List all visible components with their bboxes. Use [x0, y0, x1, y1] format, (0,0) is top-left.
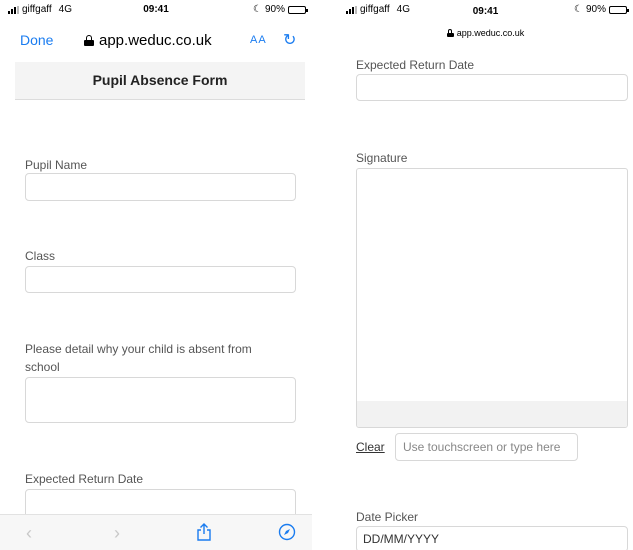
url-text: app.weduc.co.uk — [456, 28, 525, 38]
moon-icon: ☾ — [574, 4, 583, 15]
battery-info: ☾ 90% — [574, 4, 629, 15]
browser-toolbar: ‹ › — [0, 514, 312, 550]
compass-icon[interactable] — [278, 523, 296, 546]
share-icon[interactable] — [196, 523, 212, 546]
signature-pad-footer — [357, 401, 627, 427]
browser-url-bar: Done app.weduc.co.uk AA ↻ — [0, 22, 312, 60]
form-page: Expected Return Date Signature Clear Use… — [346, 48, 630, 550]
text-size-button[interactable]: AA — [250, 34, 267, 46]
moon-icon: ☾ — [253, 4, 262, 15]
reload-icon[interactable]: ↻ — [283, 30, 296, 50]
clear-signature-link[interactable]: Clear — [356, 440, 385, 454]
address-field[interactable]: app.weduc.co.uk — [338, 28, 633, 42]
battery-percent: 90% — [585, 4, 606, 15]
battery-icon — [288, 5, 308, 14]
class-label: Class — [25, 249, 56, 263]
reason-field[interactable] — [25, 377, 296, 423]
date-picker-input[interactable]: DD/MM/YYYY — [356, 526, 628, 550]
class-field[interactable] — [25, 266, 296, 293]
forward-icon[interactable]: › — [114, 523, 120, 544]
phone-screen-right: giffgaff 4G 09:41 ☾ 90% app.weduc.co.uk … — [338, 0, 633, 550]
expected-return-field[interactable] — [25, 489, 296, 514]
signature-text-input[interactable]: Use touchscreen or type here — [395, 433, 578, 461]
status-bar: giffgaff 4G 09:41 ☾ 90% — [338, 0, 633, 20]
pupil-name-field[interactable] — [25, 173, 296, 201]
battery-percent: 90% — [264, 4, 285, 15]
signature-label: Signature — [356, 151, 408, 165]
address-field[interactable]: app.weduc.co.uk — [84, 32, 212, 49]
battery-info: ☾ 90% — [253, 4, 308, 15]
phone-screen-left: giffgaff 4G 09:41 ☾ 90% Done app.weduc.c… — [0, 0, 312, 550]
lock-icon — [446, 29, 454, 37]
expected-return-field[interactable] — [356, 74, 628, 101]
expected-return-label: Expected Return Date — [25, 472, 144, 486]
url-text: app.weduc.co.uk — [99, 32, 212, 49]
form-title: Pupil Absence Form — [15, 62, 305, 100]
date-picker-label: Date Picker — [356, 510, 419, 524]
signature-pad[interactable] — [356, 168, 628, 428]
battery-icon — [609, 5, 629, 14]
done-button[interactable]: Done — [20, 32, 53, 48]
reason-label: Please detail why your child is absent f… — [25, 342, 252, 374]
expected-return-label: Expected Return Date — [356, 58, 475, 72]
back-icon[interactable]: ‹ — [26, 523, 32, 544]
form-page: Pupil Absence Form Pupil Name Class Plea… — [15, 62, 305, 514]
status-bar: giffgaff 4G 09:41 ☾ 90% — [0, 0, 312, 20]
lock-icon — [84, 35, 94, 46]
pupil-name-label: Pupil Name — [25, 158, 88, 172]
